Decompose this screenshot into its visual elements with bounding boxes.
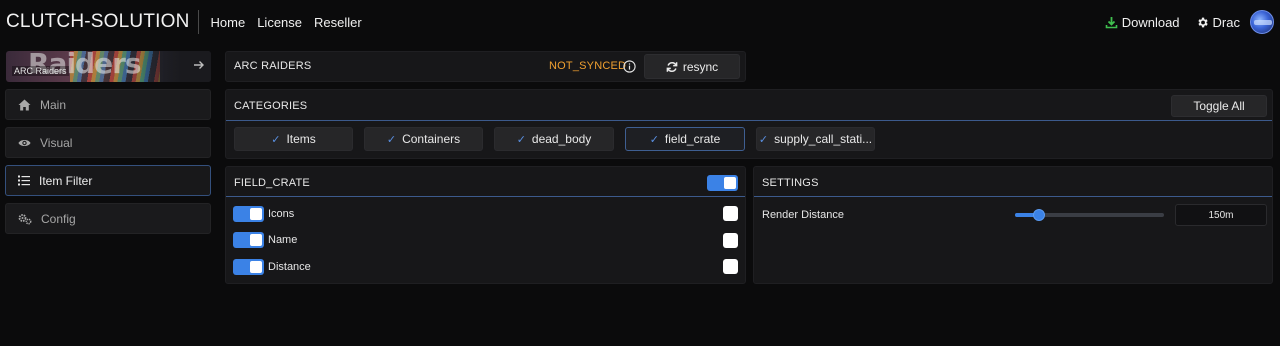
nav-link-home[interactable]: Home [211, 15, 246, 30]
category-chip-field-crate[interactable]: ✓ field_crate [625, 127, 745, 151]
name-toggle[interactable] [233, 232, 264, 248]
settings-divider [754, 196, 1272, 197]
chip-label: supply_call_stati... [774, 132, 873, 146]
user-name: Drac [1212, 14, 1240, 30]
nav-right: Download Drac [1089, 0, 1274, 44]
check-icon: ✓ [271, 133, 281, 146]
render-distance-value-text: 150m [1208, 209, 1234, 221]
eye-icon [18, 139, 31, 146]
name-checkbox[interactable] [723, 233, 738, 248]
distance-checkbox[interactable] [723, 259, 738, 274]
option-label-name: Name [268, 234, 298, 246]
category-chip-containers[interactable]: ✓ Containers [364, 127, 483, 151]
download-label: Download [1121, 14, 1180, 30]
nav-link-reseller[interactable]: Reseller [314, 15, 362, 30]
category-chip-items[interactable]: ✓ Items [234, 127, 353, 151]
check-icon: ✓ [649, 133, 659, 146]
download-icon [1105, 16, 1118, 28]
toggle-all-label: Toggle All [1193, 99, 1245, 113]
sidebar-item-label: Visual [40, 135, 73, 150]
game-panel-title: ARC RAIDERS [234, 60, 312, 72]
sidebar-item-label: Main [40, 97, 67, 112]
game-selector[interactable]: Raiders ARC Raiders [6, 51, 211, 82]
field-crate-master-toggle[interactable] [707, 175, 738, 191]
icons-toggle[interactable] [233, 206, 264, 222]
nav-link-license[interactable]: License [257, 15, 302, 30]
sidebar-item-main[interactable]: Main [5, 89, 211, 120]
sidebar-item-item-filter[interactable]: Item Filter [5, 165, 211, 196]
resync-label: resync [682, 59, 719, 74]
chip-label: field_crate [664, 132, 721, 146]
render-distance-value[interactable]: 150m [1175, 204, 1267, 226]
brand-title[interactable]: CLUTCH-SOLUTION [0, 10, 199, 34]
render-distance-label: Render Distance [762, 209, 844, 221]
slider-thumb[interactable] [1032, 209, 1045, 221]
game-name: ARC Raiders [12, 66, 69, 76]
info-icon[interactable] [623, 60, 636, 73]
toggle-all-button[interactable]: Toggle All [1171, 95, 1267, 117]
check-icon: ✓ [386, 133, 397, 146]
check-icon: ✓ [758, 133, 769, 146]
resync-button[interactable]: resync [644, 54, 740, 79]
list-icon [18, 175, 30, 186]
sidebar-item-config[interactable]: Config [5, 203, 211, 234]
option-label-icons: Icons [268, 208, 295, 220]
category-chip-supply-call-station[interactable]: ✓ supply_call_stati... [756, 127, 875, 151]
sync-status: NOT_SYNCED [549, 60, 627, 72]
render-distance-slider[interactable] [1015, 209, 1164, 221]
chip-label: Containers [402, 132, 461, 146]
user-menu[interactable]: Drac [1196, 15, 1240, 30]
gears-icon [18, 213, 32, 224]
option-label-distance: Distance [268, 261, 311, 273]
sidebar-item-label: Item Filter [39, 173, 93, 188]
download-link[interactable]: Download [1105, 15, 1180, 30]
sidebar-item-label: Config [41, 211, 76, 226]
categories-title: CATEGORIES [234, 100, 308, 112]
gear-icon [1197, 17, 1208, 27]
icons-checkbox[interactable] [723, 206, 738, 221]
home-icon [18, 99, 31, 110]
sidebar-item-visual[interactable]: Visual [5, 127, 211, 158]
check-icon: ✓ [516, 133, 526, 146]
chip-label: Items [286, 132, 316, 146]
field-crate-divider [226, 196, 745, 197]
refresh-icon [666, 61, 678, 72]
avatar[interactable] [1250, 10, 1274, 34]
top-navbar: CLUTCH-SOLUTION Home License Reseller Do… [0, 0, 1280, 44]
category-chip-dead-body[interactable]: ✓ dead_body [494, 127, 614, 151]
field-crate-title: FIELD_CRATE [234, 177, 310, 189]
distance-toggle[interactable] [233, 259, 264, 275]
categories-divider [226, 120, 1272, 121]
settings-title: SETTINGS [762, 177, 819, 189]
arrow-right-icon[interactable] [193, 59, 205, 71]
chip-label: dead_body [531, 132, 592, 146]
